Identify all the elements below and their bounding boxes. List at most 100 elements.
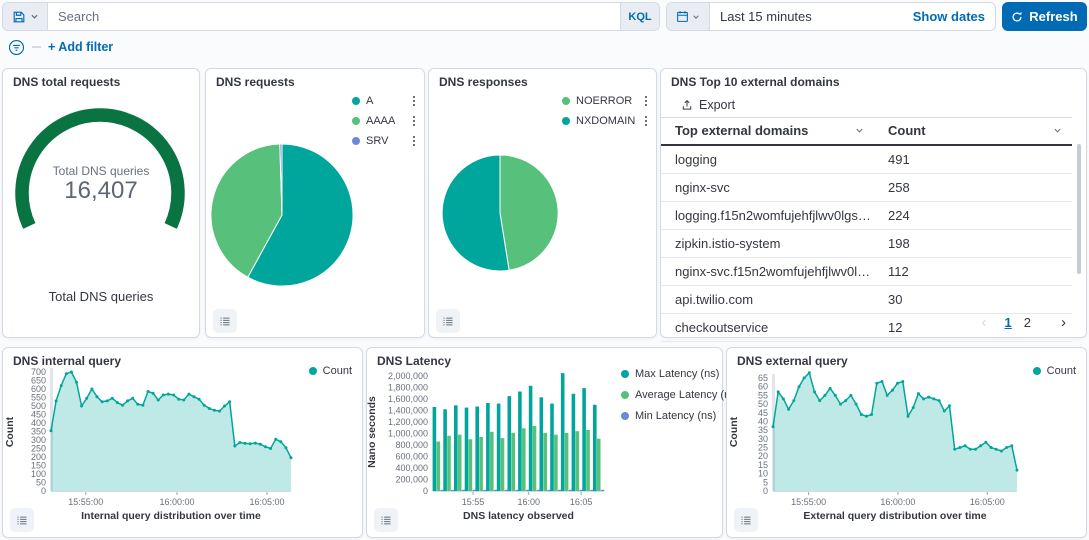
- dns-latency-bar-chart[interactable]: 0200,000400,000600,000800,0001,000,0001,…: [367, 364, 724, 538]
- next-page-button[interactable]: ›: [1055, 313, 1072, 332]
- svg-text:2,000,000: 2,000,000: [388, 371, 428, 381]
- legend-toggle-button[interactable]: [436, 309, 460, 333]
- svg-text:100: 100: [31, 469, 46, 479]
- svg-text:400: 400: [31, 418, 46, 428]
- dns-requests-pie-chart[interactable]: [206, 69, 426, 339]
- previous-page-button[interactable]: ‹: [976, 313, 993, 332]
- svg-text:800,000: 800,000: [395, 440, 428, 450]
- save-icon: [12, 10, 26, 24]
- refresh-label: Refresh: [1029, 9, 1077, 24]
- svg-text:0: 0: [763, 486, 768, 496]
- add-filter-button[interactable]: + Add filter: [48, 40, 113, 54]
- page-numbers: 12: [1005, 315, 1043, 330]
- svg-text:25: 25: [758, 443, 768, 453]
- column-header-domains[interactable]: Top external domains: [661, 118, 874, 146]
- svg-text:5: 5: [763, 477, 768, 487]
- panel-dns-external-query: DNS external query Count 051015202530354…: [726, 347, 1087, 538]
- list-icon: [219, 315, 231, 328]
- svg-text:Count: Count: [728, 416, 740, 447]
- panel-dns-internal-query: DNS internal query Count 050100150200250…: [2, 347, 363, 538]
- date-quick-select-button[interactable]: [667, 3, 710, 30]
- svg-text:550: 550: [31, 393, 46, 403]
- table-row[interactable]: nginx-svc.f15n2womfujehfjlwv0lgs3no...11…: [661, 258, 1072, 286]
- sort-chevron-icon: [1053, 126, 1062, 135]
- svg-text:16:05:00: 16:05:00: [970, 497, 1005, 507]
- count-cell: 224: [874, 202, 1072, 230]
- export-button[interactable]: Export: [675, 97, 741, 113]
- page-button-1[interactable]: 1: [1005, 315, 1012, 330]
- search-bar: KQL: [2, 2, 660, 31]
- svg-text:50: 50: [758, 399, 768, 409]
- table-row[interactable]: logging.f15n2womfujehfjlwv0lgs3nog....22…: [661, 202, 1072, 230]
- kql-language-button[interactable]: KQL: [620, 3, 659, 30]
- svg-text:1,400,000: 1,400,000: [388, 406, 428, 416]
- legend-toggle-button[interactable]: [10, 508, 34, 532]
- sort-chevron-icon: [855, 126, 864, 135]
- domain-cell: zipkin.istio-system: [661, 230, 874, 258]
- svg-text:0: 0: [423, 486, 428, 496]
- svg-text:150: 150: [31, 461, 46, 471]
- svg-text:45: 45: [758, 408, 768, 418]
- svg-text:250: 250: [31, 444, 46, 454]
- domain-cell: nginx-svc: [661, 174, 874, 202]
- refresh-button[interactable]: Refresh: [1002, 2, 1087, 31]
- svg-text:30: 30: [758, 434, 768, 444]
- column-header-count[interactable]: Count: [874, 118, 1072, 146]
- chevron-down-icon: [692, 13, 700, 21]
- domain-cell: logging.f15n2womfujehfjlwv0lgs3nog....: [661, 202, 874, 230]
- domain-cell: nginx-svc.f15n2womfujehfjlwv0lgs3no...: [661, 258, 874, 286]
- svg-text:65: 65: [758, 373, 768, 383]
- svg-text:15:55:00: 15:55:00: [791, 497, 826, 507]
- panel-title: DNS Top 10 external domains: [671, 75, 840, 89]
- panel-dns-latency: DNS Latency Max Latency (ns)Average Late…: [366, 347, 723, 538]
- svg-text:600,000: 600,000: [395, 452, 428, 462]
- panel-dns-top-external-domains: DNS Top 10 external domains Export Top e…: [660, 68, 1087, 338]
- table-row[interactable]: nginx-svc258: [661, 174, 1072, 202]
- table-row[interactable]: zipkin.istio-system198: [661, 230, 1072, 258]
- dns-external-query-area-chart[interactable]: 0510152025303540455055606515:55:0016:00:…: [727, 364, 1088, 538]
- search-input[interactable]: [48, 3, 620, 30]
- table-row[interactable]: logging491: [661, 145, 1072, 174]
- filter-icon[interactable]: [8, 39, 25, 56]
- svg-text:1,800,000: 1,800,000: [388, 383, 428, 393]
- count-cell: 258: [874, 174, 1072, 202]
- dns-responses-pie-chart[interactable]: [429, 69, 658, 339]
- table-scrollbar[interactable]: [1077, 144, 1081, 274]
- list-icon: [740, 514, 752, 527]
- svg-text:60: 60: [758, 382, 768, 392]
- legend-toggle-button[interactable]: [213, 309, 237, 333]
- domains-table: Top external domains Count logging491ngi…: [661, 117, 1072, 342]
- svg-text:50: 50: [36, 478, 46, 488]
- svg-text:35: 35: [758, 425, 768, 435]
- table-row[interactable]: api.twilio.com30: [661, 286, 1072, 314]
- page-button-2[interactable]: 2: [1024, 315, 1031, 330]
- legend-toggle-button[interactable]: [374, 508, 398, 532]
- show-dates-button[interactable]: Show dates: [903, 3, 995, 30]
- gauge-bottom-label: Total DNS queries: [3, 289, 199, 304]
- time-range-value[interactable]: Last 15 minutes: [710, 3, 903, 30]
- svg-text:16:00:00: 16:00:00: [159, 497, 194, 507]
- panel-dns-requests: DNS requests AAAAASRV: [205, 68, 425, 338]
- export-icon: [681, 99, 693, 111]
- svg-text:55: 55: [758, 390, 768, 400]
- legend-toggle-button[interactable]: [734, 508, 758, 532]
- list-icon: [442, 315, 454, 328]
- svg-text:15: 15: [758, 460, 768, 470]
- saved-query-menu-button[interactable]: [3, 3, 48, 30]
- svg-text:20: 20: [758, 451, 768, 461]
- gauge-center-value: 16,407: [3, 177, 199, 205]
- svg-text:1,000,000: 1,000,000: [388, 429, 428, 439]
- dns-internal-query-area-chart[interactable]: 0501001502002503003504004505005506006507…: [3, 364, 364, 538]
- domain-cell: checkoutservice: [661, 314, 874, 342]
- svg-text:300: 300: [31, 435, 46, 445]
- list-icon: [16, 514, 28, 527]
- svg-text:Internal query distribution ov: Internal query distribution over time: [81, 510, 261, 522]
- panel-dns-responses: DNS responses NOERRORNXDOMAIN: [428, 68, 657, 338]
- column-label: Count: [888, 123, 926, 138]
- svg-text:200: 200: [31, 452, 46, 462]
- svg-text:700: 700: [31, 367, 46, 377]
- filter-bar: + Add filter: [8, 37, 113, 57]
- domain-cell: api.twilio.com: [661, 286, 874, 314]
- count-cell: 112: [874, 258, 1072, 286]
- export-label: Export: [699, 98, 735, 112]
